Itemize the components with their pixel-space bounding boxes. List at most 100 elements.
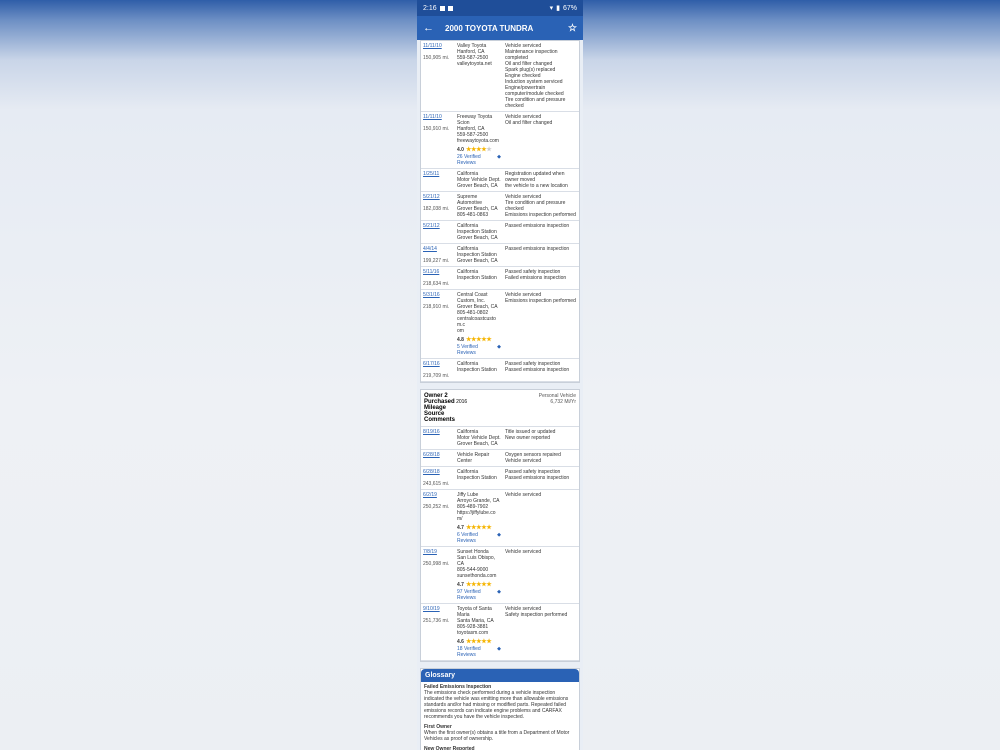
glossary-items: Failed Emissions Inspection The emissions… xyxy=(421,682,579,750)
rating-stars-icon: ★★★★★ xyxy=(466,147,492,153)
comment-line: Tire condition and pressure checked xyxy=(505,97,566,109)
dealer-rating: 4.7 ★★★★★ xyxy=(457,582,501,588)
record-date-link[interactable]: 11/11/10 xyxy=(423,114,453,120)
verified-reviews-text[interactable]: 6 Verified Reviews xyxy=(457,532,497,544)
rating-value: 4.0 xyxy=(457,147,464,153)
comment-line: Failed emissions inspection xyxy=(505,275,567,281)
record-date-cell: 6/28/18 243,615 mi. xyxy=(421,466,455,490)
record-comments-cell: Vehicle serviced Tire condition and press… xyxy=(503,191,579,221)
page-title: 2000 TOYOTA TUNDRA xyxy=(445,23,534,33)
dealer-rating: 4.8 ★★★★★ xyxy=(457,337,501,343)
record-comments-cell: Passed emissions inspection xyxy=(503,243,579,267)
record-comments-cell: Vehicle serviced xyxy=(503,546,579,604)
record-mileage: 199,227 mi. xyxy=(423,258,450,264)
record-date-link[interactable]: 5/11/16 xyxy=(423,269,453,275)
record-date-link[interactable]: 4/4/14 xyxy=(423,246,453,252)
record-date-cell: 5/21/12 xyxy=(421,220,455,244)
status-time: 2:16 xyxy=(423,4,437,12)
owner2-records-table: 8/19/16 California Motor Vehicle Dept. Grov… xyxy=(421,427,579,661)
record-date-cell: 6/28/18 xyxy=(421,449,455,467)
verified-reviews-link[interactable]: 5 Verified Reviews ◆ xyxy=(457,344,501,356)
source-line: Inspection Station xyxy=(457,275,497,281)
dealer-rating: 4.7 ★★★★★ xyxy=(457,525,501,531)
verified-reviews-link[interactable]: 26 Verified Reviews ◆ xyxy=(457,154,501,166)
source-line: Center xyxy=(457,458,473,464)
record-source-cell: California Inspection Station Grover Beach… xyxy=(455,220,503,244)
comment-line: Engine/powertrain computer/module checke… xyxy=(505,85,564,97)
record-comments-cell: Passed safety inspection Passed emissions… xyxy=(503,358,579,382)
record-date-link[interactable]: 5/21/12 xyxy=(423,223,453,229)
verified-reviews-text[interactable]: 97 Verified Reviews xyxy=(457,589,497,601)
comment-line: Oil and filter changed xyxy=(505,120,553,126)
comment-line: Passed emissions inspection xyxy=(505,367,570,373)
record-date-link[interactable]: 6/28/18 xyxy=(423,452,453,458)
record-source-cell: California Motor Vehicle Dept. Grover Beac… xyxy=(455,168,503,192)
source-line: sunsethonda.com xyxy=(457,573,497,579)
comment-line: Vehicle serviced xyxy=(505,492,542,498)
record-date-link[interactable]: 6/28/18 xyxy=(423,469,453,475)
comment-line: New owner reported xyxy=(505,435,551,441)
verified-reviews-link[interactable]: 6 Verified Reviews ◆ xyxy=(457,532,501,544)
comment-line: Maintenance inspection completed xyxy=(505,49,558,61)
comment-line: Emissions inspection performed xyxy=(505,212,576,218)
record-date-link[interactable]: 6/2/19 xyxy=(423,492,453,498)
record-date-link[interactable]: 7/8/19 xyxy=(423,549,453,555)
comment-line: Vehicle serviced xyxy=(505,458,542,464)
comments-label: Comments xyxy=(424,417,456,423)
owner1-records-table: 11/11/10 150,905 mi. Valley Toyota Hanford,… xyxy=(421,41,579,382)
record-source-cell: Toyota of Santa Maria Santa Maria, CA 805-9… xyxy=(455,603,503,661)
comment-line: Registration updated when owner moved xyxy=(505,171,565,183)
verified-reviews-text[interactable]: 5 Verified Reviews xyxy=(457,344,497,356)
table-row: 11/11/10 150,905 mi. Valley Toyota Hanford,… xyxy=(421,41,579,112)
comment-line: Emissions inspection performed xyxy=(505,298,576,304)
shield-icon: ◆ xyxy=(497,589,501,595)
record-date-link[interactable]: 9/10/19 xyxy=(423,606,453,612)
comment-line: Safety inspection performed xyxy=(505,612,568,618)
verified-reviews-link[interactable]: 97 Verified Reviews ◆ xyxy=(457,589,501,601)
glossary-term: New Owner Reported xyxy=(424,746,475,750)
source-line: Grover Beach, CA xyxy=(457,183,498,189)
record-comments-cell: Vehicle serviced Safety inspection perfor… xyxy=(503,603,579,661)
record-date-link[interactable]: 6/17/16 xyxy=(423,361,453,367)
record-date-link[interactable]: 8/19/16 xyxy=(423,429,453,435)
source-line: Grover Beach, CA xyxy=(457,258,498,264)
record-source-cell: Freeway Toyota Scion Hanford, CA 559-587-25… xyxy=(455,111,503,169)
favorite-star-icon[interactable]: ☆ xyxy=(568,23,577,34)
back-arrow-icon[interactable]: ← xyxy=(423,22,441,34)
record-comments-cell: Vehicle serviced Emissions inspection per… xyxy=(503,289,579,359)
glossary-item: Failed Emissions Inspection The emissions… xyxy=(421,682,579,722)
record-source-cell: Vehicle Repair Center xyxy=(455,449,503,467)
glossary-item: First Owner When the first owner(s) obtai… xyxy=(421,722,579,744)
record-date-link[interactable]: 5/21/12 xyxy=(423,194,453,200)
glossary-definition: The emissions check performed during a v… xyxy=(424,690,569,720)
table-row: 5/11/16 218,634 mi. California Inspection S… xyxy=(421,266,579,290)
phone-screen: 2:16 ▾ ▮ 67% ← 2000 TOYOTA TUNDRA ☆ 11/1… xyxy=(417,0,583,750)
comment-line: Vehicle serviced xyxy=(505,549,542,555)
record-mileage: 243,615 mi. xyxy=(423,481,450,487)
source-line: 805-481-0863 xyxy=(457,212,489,218)
record-date-cell: 5/11/16 218,634 mi. xyxy=(421,266,455,290)
source-line: Inspection Station xyxy=(457,367,497,373)
wifi-icon: ▾ xyxy=(549,5,554,12)
record-comments-cell: Passed safety inspection Failed emissions… xyxy=(503,266,579,290)
star-icon: ★ xyxy=(486,337,492,343)
star-icon: ★ xyxy=(486,639,492,645)
source-line: m/ xyxy=(457,516,463,522)
record-comments-cell: Registration updated when owner moved the… xyxy=(503,168,579,192)
notification-icon xyxy=(439,5,445,11)
record-date-link[interactable]: 5/31/16 xyxy=(423,292,453,298)
source-line: freewaytoyota.com xyxy=(457,138,499,144)
glossary-title: Glossary xyxy=(421,669,579,682)
record-date-link[interactable]: 11/11/10 xyxy=(423,43,453,49)
record-date-cell: 5/31/16 218,910 mi. xyxy=(421,289,455,359)
record-source-cell: California Inspection Station xyxy=(455,466,503,490)
verified-reviews-text[interactable]: 18 Verified Reviews xyxy=(457,646,497,658)
record-date-link[interactable]: 1/25/11 xyxy=(423,171,453,177)
shield-icon: ◆ xyxy=(497,532,501,538)
verified-reviews-link[interactable]: 18 Verified Reviews ◆ xyxy=(457,646,501,658)
record-date-cell: 7/8/19 250,998 mi. xyxy=(421,546,455,604)
star-icon: ★ xyxy=(486,147,492,153)
verified-reviews-text[interactable]: 26 Verified Reviews xyxy=(457,154,497,166)
status-bar: 2:16 ▾ ▮ 67% xyxy=(417,0,583,16)
source-line: Inspection Station xyxy=(457,475,497,481)
